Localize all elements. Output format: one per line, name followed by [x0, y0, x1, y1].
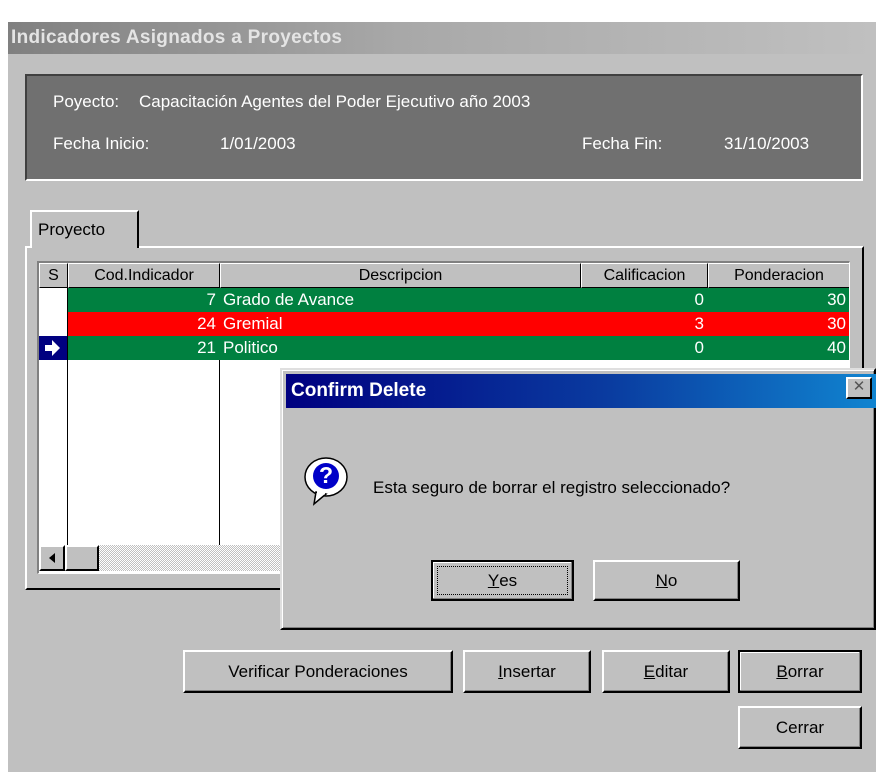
column-header-s[interactable]: S: [39, 263, 68, 288]
cell-code: 7: [68, 288, 220, 312]
scroll-left-button[interactable]: [39, 545, 65, 571]
borrar-button[interactable]: Borrar: [738, 650, 862, 693]
dialog-message: Esta seguro de borrar el registro selecc…: [373, 478, 731, 497]
project-label: Poyecto:: [53, 92, 120, 111]
no-label: o: [667, 570, 678, 590]
question-icon-glyph: ?: [318, 462, 334, 488]
table-row[interactable]: 21 Politico 0 40: [68, 336, 849, 360]
column-header-ponderacion[interactable]: Ponderacion: [708, 263, 849, 288]
cell-ponderacion: 40: [708, 336, 849, 360]
editar-label: ditar: [655, 661, 689, 681]
project-name: Capacitación Agentes del Poder Ejecutivo…: [139, 92, 531, 111]
dialog-title-bar: Confirm Delete: [286, 374, 876, 408]
table-row[interactable]: 24 Gremial 3 30: [68, 312, 849, 336]
cell-code: 21: [68, 336, 220, 360]
verificar-ponderaciones-button[interactable]: Verificar Ponderaciones: [183, 650, 453, 693]
focus-rectangle: [437, 566, 568, 595]
project-info-panel: Poyecto: Capacitación Agentes del Poder …: [25, 74, 863, 181]
cerrar-label: Cerrar: [775, 717, 825, 737]
tab-proyecto-label: Proyecto: [38, 220, 106, 239]
verificar-ponderaciones-label: Verificar Ponderaciones: [228, 661, 408, 681]
cell-calificacion: 3: [581, 312, 708, 336]
cell-calificacion: 0: [581, 288, 708, 312]
borrar-label: orrar: [787, 661, 824, 681]
start-date-value: 1/01/2003: [220, 134, 296, 153]
dialog-close-button[interactable]: ✕: [846, 377, 872, 399]
end-date-value: 31/10/2003: [724, 134, 810, 153]
end-date-label: Fecha Fin:: [582, 134, 663, 153]
cell-ponderacion: 30: [708, 288, 849, 312]
column-header-cod-indicador[interactable]: Cod.Indicador: [68, 263, 220, 288]
no-button[interactable]: No: [593, 560, 740, 601]
cell-description: Gremial: [220, 312, 581, 336]
question-icon: ?: [302, 456, 350, 506]
yes-button[interactable]: Yes: [431, 560, 574, 601]
close-icon: ✕: [852, 378, 866, 395]
dialog-title: Confirm Delete: [291, 380, 427, 401]
column-header-descripcion[interactable]: Descripcion: [220, 263, 581, 288]
window-title: Indicadores Asignados a Proyectos: [8, 22, 876, 54]
confirm-delete-dialog: Confirm Delete ✕ ? Esta seguro de borrar…: [280, 368, 876, 630]
column-header-calificacion[interactable]: Calificacion: [581, 263, 708, 288]
insertar-button[interactable]: Insertar: [463, 650, 591, 693]
cell-ponderacion: 30: [708, 312, 849, 336]
cell-calificacion: 0: [581, 336, 708, 360]
borrar-mnemonic: B: [776, 661, 788, 681]
cell-description: Politico: [220, 336, 581, 360]
arrow-right-icon: [45, 340, 60, 356]
insertar-label: nsertar: [502, 661, 556, 681]
start-date-label: Fecha Inicio:: [53, 134, 150, 153]
row-selector-indicator: [39, 336, 67, 360]
editar-mnemonic: E: [643, 661, 656, 681]
cell-description: Grado de Avance: [220, 288, 581, 312]
editar-button[interactable]: Editar: [602, 650, 730, 693]
table-row[interactable]: 7 Grado de Avance 0 30: [68, 288, 849, 312]
tab-proyecto[interactable]: Proyecto: [30, 210, 139, 248]
arrow-left-icon: [49, 553, 55, 563]
cell-code: 24: [68, 312, 220, 336]
no-mnemonic: N: [655, 570, 668, 590]
scroll-thumb[interactable]: [65, 545, 99, 571]
cerrar-button[interactable]: Cerrar: [738, 706, 862, 749]
